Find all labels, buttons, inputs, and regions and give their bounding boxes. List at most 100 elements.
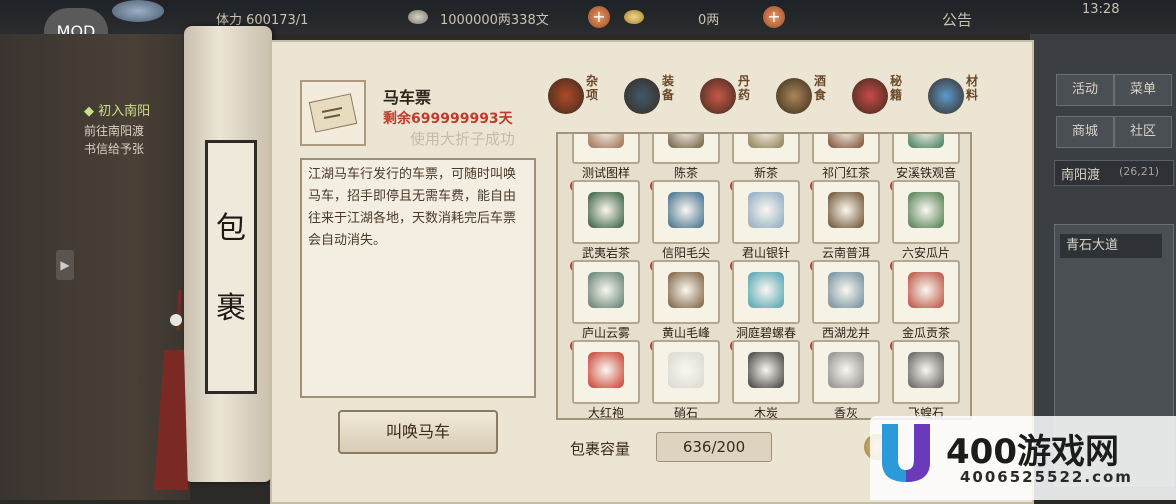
item-label: 硝石 bbox=[673, 406, 698, 420]
quest-line-2: 书信给予张 bbox=[84, 142, 145, 156]
category-label: 装备 bbox=[661, 74, 674, 102]
category-label: 材料 bbox=[965, 74, 978, 102]
item-thumbnail-icon bbox=[668, 352, 704, 388]
item-description: 江湖马车行发行的车票，可随时叫唤马车，招手即停且无需车费，能自由往来于江湖各地，… bbox=[308, 167, 517, 248]
capacity-value: 636/200 bbox=[656, 432, 772, 462]
item-remaining-days: 剩余699999993天 bbox=[383, 111, 513, 127]
category-tab-1[interactable]: 装备 bbox=[622, 74, 678, 118]
inventory-cell[interactable] bbox=[732, 260, 800, 324]
inventory-cell[interactable] bbox=[812, 180, 880, 244]
inventory-cell[interactable] bbox=[652, 180, 720, 244]
community-button[interactable]: 社区 bbox=[1114, 116, 1172, 148]
inventory-cell[interactable] bbox=[572, 340, 640, 404]
inventory-cell[interactable] bbox=[652, 340, 720, 404]
inventory-cell[interactable] bbox=[572, 260, 640, 324]
notice-button[interactable]: 公告 bbox=[942, 9, 972, 30]
item-thumbnail-icon bbox=[588, 272, 624, 308]
item-thumbnail-icon bbox=[668, 192, 704, 228]
item-label: 君山银针 bbox=[741, 246, 790, 260]
item-thumbnail-icon bbox=[668, 134, 704, 148]
item-thumbnail-icon bbox=[748, 134, 784, 148]
location-coords: (26,21) bbox=[1119, 165, 1160, 178]
add-gold-button[interactable]: + bbox=[763, 6, 785, 28]
quest-title[interactable]: ◆ 初入南阳 bbox=[84, 100, 150, 119]
expand-arrow-icon[interactable]: ▶ bbox=[56, 250, 74, 280]
category-icon bbox=[624, 78, 660, 114]
item-thumbnail-icon bbox=[588, 192, 624, 228]
overlay-hint: 使用大折子成功 bbox=[410, 130, 516, 148]
inventory-cell[interactable] bbox=[812, 340, 880, 404]
gold-readout: 0两 bbox=[698, 13, 720, 28]
menu-button[interactable]: 菜单 bbox=[1114, 74, 1172, 106]
item-label: 测试图样 bbox=[581, 166, 630, 180]
inventory-cell[interactable] bbox=[892, 340, 960, 404]
category-label: 秘籍 bbox=[889, 74, 902, 102]
inventory-cell[interactable] bbox=[732, 340, 800, 404]
add-money-button[interactable]: + bbox=[588, 6, 610, 28]
category-label: 丹药 bbox=[737, 74, 750, 102]
item-label: 新茶 bbox=[753, 166, 778, 180]
inventory-cell[interactable] bbox=[652, 134, 720, 164]
item-thumbnail-icon bbox=[828, 192, 864, 228]
item-label: 洞庭碧螺春 bbox=[735, 326, 796, 340]
quest-line-1: 前往南阳渡 bbox=[84, 124, 145, 138]
item-name: 马车票 bbox=[383, 88, 432, 107]
category-tab-2[interactable]: 丹药 bbox=[698, 74, 754, 118]
item-thumbnail-icon bbox=[828, 272, 864, 308]
item-label: 武夷岩茶 bbox=[581, 246, 630, 260]
capacity-label: 包裹容量 bbox=[570, 440, 631, 458]
inventory-cell[interactable] bbox=[732, 134, 800, 164]
category-tab-3[interactable]: 酒食 bbox=[774, 74, 830, 118]
category-tab-0[interactable]: 杂项 bbox=[546, 74, 602, 118]
call-carriage-button[interactable]: 叫唤马车 bbox=[338, 410, 498, 454]
location-name: 南阳渡 bbox=[1061, 168, 1101, 183]
ticket-icon bbox=[308, 93, 358, 133]
item-thumbnail-icon bbox=[748, 352, 784, 388]
item-label: 安溪铁观音 bbox=[895, 166, 956, 180]
inventory-grid: 测试图样9999999陈茶9999999新茶9999999祁门红茶9999999… bbox=[556, 132, 972, 420]
location-bar: 南阳渡 (26,21) bbox=[1054, 160, 1174, 186]
scroll-title-char-2: 裹 bbox=[216, 291, 246, 326]
item-label: 祁门红茶 bbox=[821, 166, 870, 180]
item-thumbnail-icon bbox=[908, 134, 944, 148]
item-label: 大红袍 bbox=[587, 406, 624, 420]
inventory-cell[interactable] bbox=[572, 134, 640, 164]
item-label: 木炭 bbox=[753, 406, 778, 420]
inventory-cell[interactable] bbox=[892, 180, 960, 244]
shop-button[interactable]: 商城 bbox=[1056, 116, 1114, 148]
selected-item-icon bbox=[300, 80, 366, 146]
activity-button[interactable]: 活动 bbox=[1056, 74, 1114, 106]
category-tab-5[interactable]: 材料 bbox=[926, 74, 982, 118]
inventory-cell[interactable] bbox=[732, 180, 800, 244]
avatar-icon[interactable] bbox=[112, 0, 164, 22]
category-icon bbox=[928, 78, 964, 114]
inventory-cell[interactable] bbox=[812, 134, 880, 164]
item-label: 六安瓜片 bbox=[901, 246, 950, 260]
inventory-cell[interactable] bbox=[572, 180, 640, 244]
inventory-cell[interactable] bbox=[892, 134, 960, 164]
inventory-cell[interactable] bbox=[812, 260, 880, 324]
item-label: 黄山毛峰 bbox=[661, 326, 710, 340]
clock: 13:28 bbox=[1082, 2, 1120, 17]
category-icon bbox=[700, 78, 736, 114]
scroll-title-plate: 包 裹 bbox=[205, 140, 257, 394]
item-label: 金瓜贡茶 bbox=[901, 326, 950, 340]
category-icon bbox=[548, 78, 584, 114]
item-thumbnail-icon bbox=[748, 272, 784, 308]
inventory-cell[interactable] bbox=[892, 260, 960, 324]
item-label: 信阳毛尖 bbox=[661, 246, 710, 260]
item-label: 陈茶 bbox=[673, 166, 698, 180]
scroll-title-char-1: 包 bbox=[216, 211, 246, 246]
category-label: 杂项 bbox=[585, 74, 598, 102]
silver-coin-icon bbox=[408, 10, 428, 24]
item-thumbnail-icon bbox=[908, 272, 944, 308]
watermark-logo-icon bbox=[882, 424, 930, 482]
category-icon bbox=[776, 78, 812, 114]
inventory-cell[interactable] bbox=[652, 260, 720, 324]
item-thumbnail-icon bbox=[748, 192, 784, 228]
item-thumbnail-icon bbox=[908, 192, 944, 228]
item-label: 云南普洱 bbox=[821, 246, 870, 260]
category-tab-4[interactable]: 秘籍 bbox=[850, 74, 906, 118]
item-thumbnail-icon bbox=[668, 272, 704, 308]
item-label: 西湖龙井 bbox=[821, 326, 870, 340]
